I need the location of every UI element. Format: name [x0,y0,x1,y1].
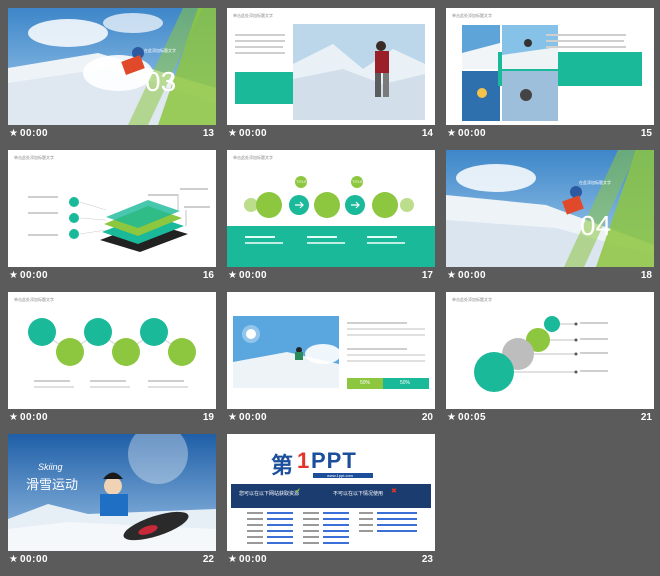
star-icon: ★ [228,412,237,423]
slide-21-thumbnail[interactable]: 单击此处添加标题文字 [446,292,654,409]
slide-18-small-text: 在此添加标题文字 [579,180,611,185]
skier-photo [233,316,429,389]
star-icon: ★ [228,128,237,139]
slide-duration: 00:00 [20,554,49,565]
right-heading: 不可以在以下情况使用 [333,491,384,497]
star-icon: ★ [228,270,237,281]
star-icon: ★ [228,554,237,565]
star-icon: ★ [9,554,18,565]
star-icon: ★ [9,270,18,281]
slide-18-thumbnail[interactable]: 04 在此添加标题文字 [446,150,654,267]
slide-number: 15 [640,128,652,139]
slide-number: 19 [202,412,214,423]
slide-22-thumbnail[interactable]: Skiing 滑雪运动 [8,434,216,551]
zigzag-circles [28,318,196,388]
slide-number: 13 [202,128,214,139]
slide-20-thumbnail[interactable]: 50% 50% [227,292,435,409]
bar-label-right: 50% [400,380,411,386]
star-icon: ★ [447,412,456,423]
slide-number: 22 [202,554,214,565]
slide-15-title: 单击此处添加标题文字 [452,13,492,18]
slide-21-title: 单击此处添加标题文字 [452,297,492,302]
slide-duration: 00:00 [239,270,268,281]
slide-number: 23 [421,554,433,565]
slide-duration: 00:05 [458,412,487,423]
slide-number: 21 [640,412,652,423]
slide-16-title: 单击此处添加标题文字 [14,155,54,160]
ski-photo [446,150,654,267]
bar-label-left: 50% [360,380,371,386]
slide-number: 14 [421,128,433,139]
slide-22-title-cn: 滑雪运动 [26,477,79,492]
slide-duration: 00:00 [458,128,487,139]
climber-photo [293,24,425,120]
layer-diagram [28,188,210,252]
star-icon: ★ [9,412,18,423]
slide-14-title: 单击此处添加标题文字 [233,13,273,18]
badge-right: TITLE [352,179,363,184]
logo-num: 1 [297,448,310,473]
logo-url: www.1ppt.com [327,473,354,478]
slide-number: 18 [640,270,652,281]
logo-first: 第 [271,453,294,478]
badge-left: TITLE [296,179,307,184]
circle-steps-diagram [474,316,608,392]
slide-13-thumbnail[interactable]: 03 在此添加标题文字 [8,8,216,125]
slide-number: 17 [421,270,433,281]
slide-15-thumbnail[interactable]: 单击此处添加标题文字 [446,8,654,125]
slide-17-title: 单击此处添加标题文字 [233,155,273,160]
slide-14-thumbnail[interactable]: 单击此处添加标题文字 [227,8,435,125]
slide-duration: 00:00 [458,270,487,281]
slide-number: 16 [202,270,214,281]
slide-13-big-number: 03 [145,66,177,97]
link-list [247,512,417,544]
slide-duration: 00:00 [20,270,49,281]
star-icon: ★ [447,128,456,139]
logo-ppt: PPT [311,448,357,473]
process-diagram [227,176,435,267]
check-icon: ✔ [295,488,301,495]
ski-photo [8,8,216,125]
left-heading: 您可以在以下网站获取资源 [239,491,300,497]
cross-icon: ✖ [391,488,397,495]
slide-duration: 00:00 [239,128,268,139]
slide-duration: 00:00 [239,554,268,565]
slide-17-thumbnail[interactable]: 单击此处添加标题文字 TITLE TITLE [227,150,435,267]
slide-16-thumbnail[interactable]: 单击此处添加标题文字 [8,150,216,267]
star-icon: ★ [9,128,18,139]
slide-13-small-text: 在此添加标题文字 [144,48,176,53]
slide-duration: 00:00 [20,128,49,139]
slide-22-title-en: Skiing [38,462,63,472]
star-icon: ★ [447,270,456,281]
slide-18-big-number: 04 [580,210,612,241]
slide-duration: 00:00 [239,412,268,423]
slide-duration: 00:00 [20,412,49,423]
slide-19-thumbnail[interactable]: 单击此处添加标题文字 [8,292,216,409]
slide-number: 20 [421,412,433,423]
slide-23-thumbnail[interactable]: 第 1 PPT www.1ppt.com 您可以在以下网站获取资源 不可以在以下… [227,434,435,551]
teal-text-box [235,72,301,104]
slide-19-title: 单击此处添加标题文字 [14,297,54,302]
